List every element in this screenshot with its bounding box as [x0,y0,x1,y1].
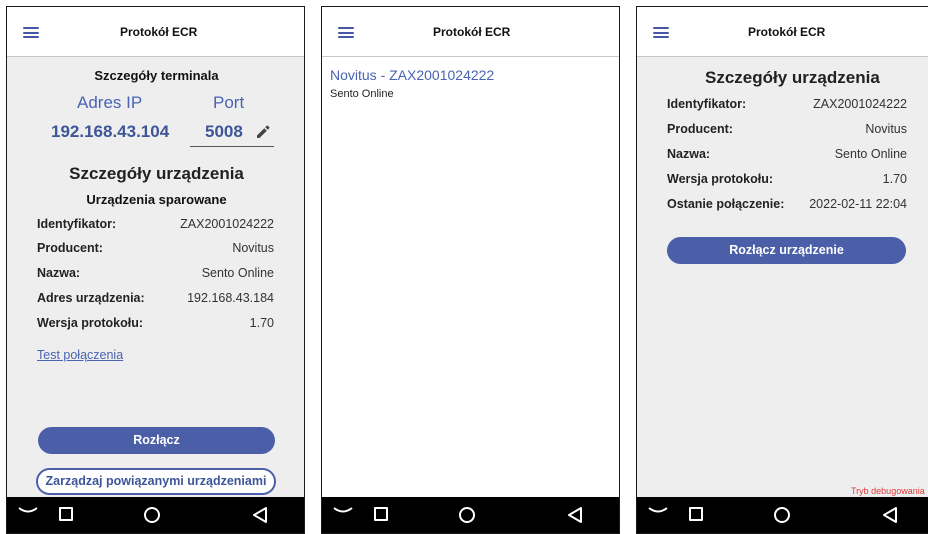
ip-address-label: Adres IP [77,93,143,112]
nav-back-icon[interactable] [17,503,39,519]
device-list-item-title: Novitus - ZAX2001024222 [330,67,495,83]
row-value-identifier: ZAX2001024222 [180,217,274,231]
row-label-identifier: Identyfikator: [667,97,747,111]
device-details-heading: Szczegóły urządzenia [705,68,880,87]
row-label-identifier: Identyfikator: [37,217,117,231]
row-value-producer: Novitus [232,241,274,255]
port-input-underline [190,146,274,147]
square-icon[interactable] [374,507,388,521]
triangle-back-icon[interactable] [566,506,584,524]
terminal-details-heading: Szczegóły terminala [94,68,219,83]
disconnect-button[interactable]: Rozłącz [38,427,275,454]
device-list-item[interactable]: Novitus - ZAX2001024222 Sento Online [322,63,619,105]
row-value-device-address: 192.168.43.184 [187,291,274,305]
phone-screen-device-details: Protokół ECR Szczegóły urządzenia Identy… [636,6,928,534]
app-title: Protokół ECR [748,25,826,39]
pencil-icon[interactable] [256,125,270,139]
row-value-name: Sento Online [834,147,907,161]
row-label-protocol-version: Wersja protokołu: [667,172,774,186]
hamburger-menu-icon[interactable] [23,27,39,38]
nav-back-icon[interactable] [647,503,669,519]
port-label: Port [213,93,245,112]
row-label-producer: Producent: [37,241,103,255]
test-connection-link[interactable]: Test połączenia [37,348,123,362]
row-value-producer: Novitus [865,122,907,136]
app-bar: Protokół ECR [322,7,619,57]
row-value-name: Sento Online [201,266,274,280]
device-details-heading: Szczegóły urządzenia [69,164,244,183]
row-label-last-connection: Ostanie połączenie: [667,197,785,211]
square-icon[interactable] [689,507,703,521]
row-value-protocol-version: 1.70 [882,172,907,186]
row-label-name: Nazwa: [37,266,81,280]
circle-icon[interactable] [144,507,160,523]
hamburger-menu-icon[interactable] [653,27,669,38]
circle-icon[interactable] [459,507,475,523]
device-list-item-subtitle: Sento Online [330,88,394,100]
port-input[interactable]: 5008 [205,122,243,142]
app-bar: Protokół ECR [637,7,928,57]
square-icon[interactable] [59,507,73,521]
debug-mode-label: Tryb debugowania [851,486,925,496]
android-navigation-bar [322,497,619,533]
phone-screen-device-list: Protokół ECR Novitus - ZAX2001024222 Sen… [321,6,620,534]
app-title: Protokół ECR [433,25,511,39]
row-label-protocol-version: Wersja protokołu: [37,316,144,330]
row-value-protocol-version: 1.70 [249,316,274,330]
hamburger-menu-icon[interactable] [338,27,354,38]
row-label-producer: Producent: [667,122,733,136]
phone-screen-terminal-details: Protokół ECR Szczegóły terminala Adres I… [6,6,305,534]
row-label-device-address: Adres urządzenia: [37,291,145,305]
manage-linked-devices-button[interactable]: Zarządzaj powiązanymi urządzeniami [36,468,276,495]
android-navigation-bar [7,497,304,533]
triangle-back-icon[interactable] [881,506,899,524]
triangle-back-icon[interactable] [251,506,269,524]
disconnect-device-button[interactable]: Rozłącz urządzenie [667,237,906,264]
circle-icon[interactable] [774,507,790,523]
nav-back-icon[interactable] [332,503,354,519]
app-bar: Protokół ECR [7,7,304,57]
ip-address-value: 192.168.43.104 [51,122,170,141]
android-navigation-bar [637,497,928,533]
app-title: Protokół ECR [120,25,198,39]
row-value-last-connection: 2022-02-11 22:04 [809,197,907,211]
row-label-name: Nazwa: [667,147,711,161]
paired-devices-heading: Urządzenia sparowane [86,192,227,207]
row-value-identifier: ZAX2001024222 [813,97,907,111]
